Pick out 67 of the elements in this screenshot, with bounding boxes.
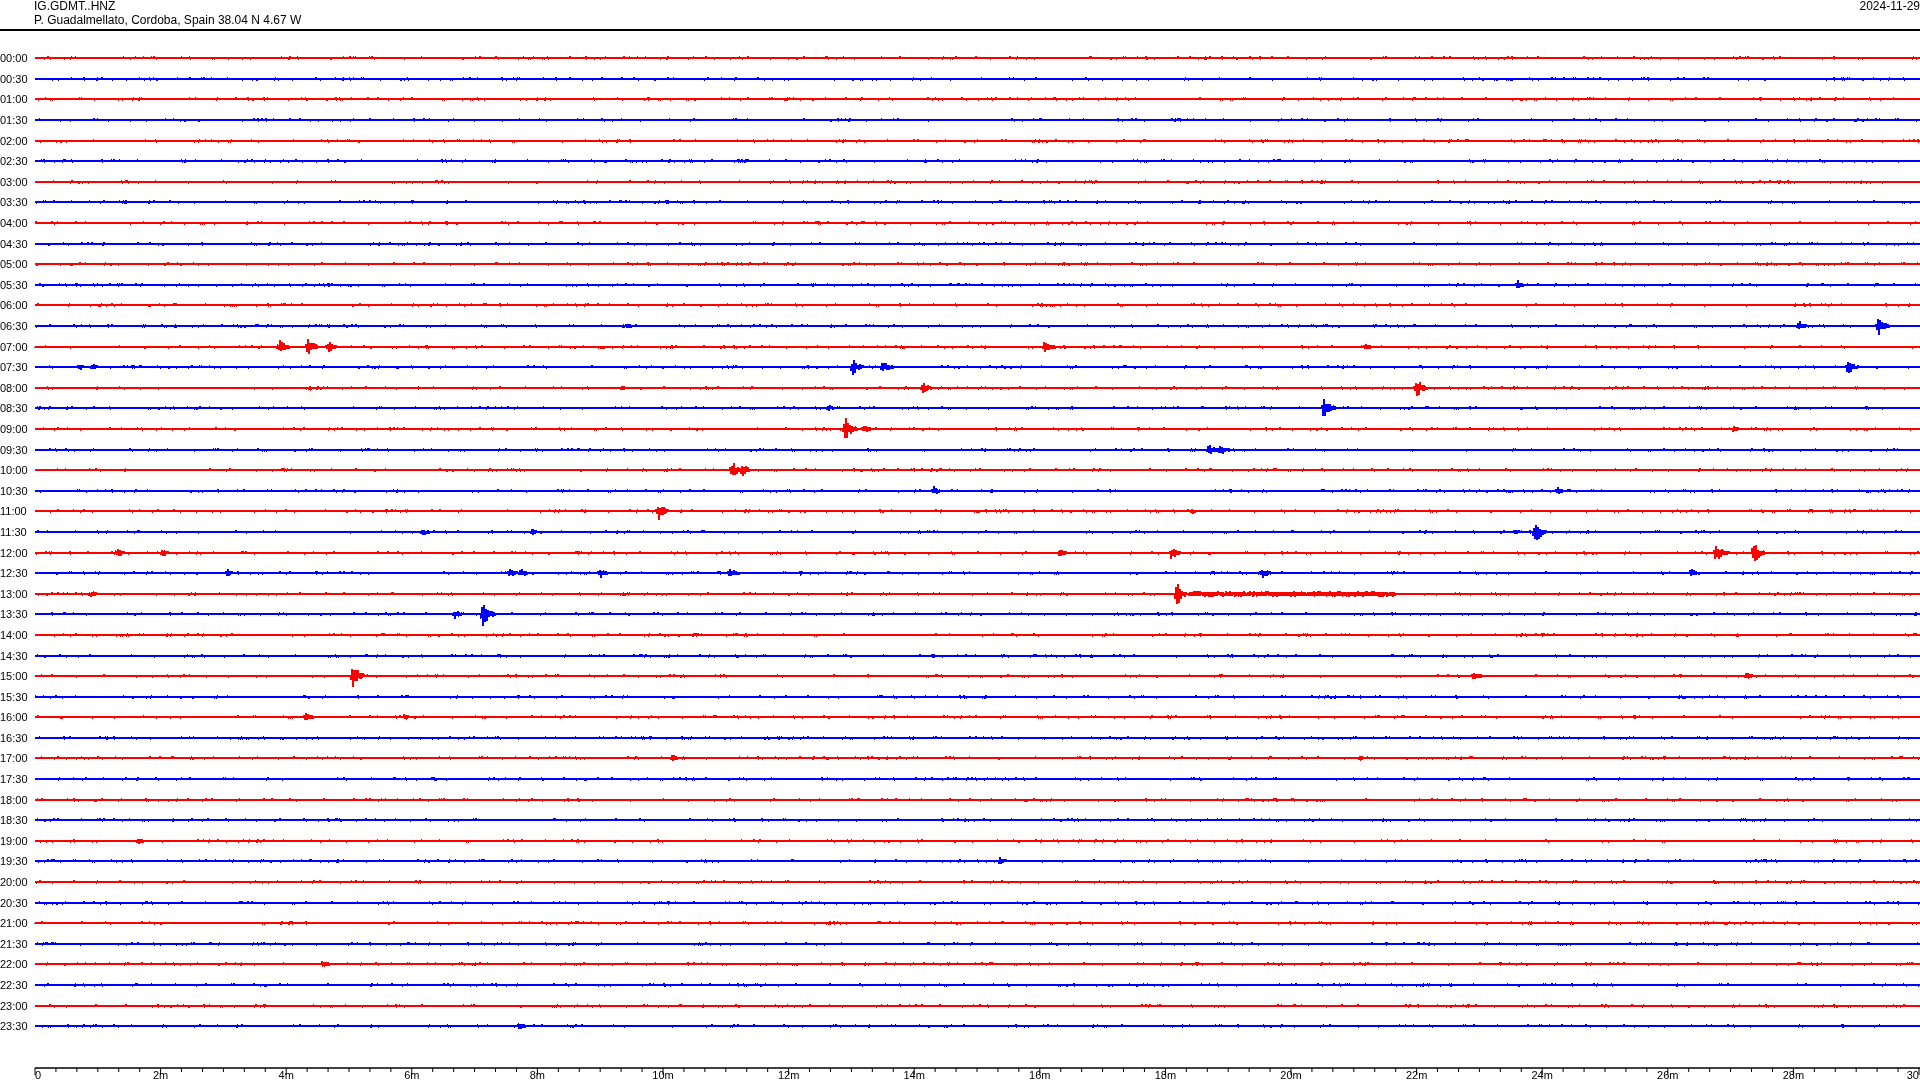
time-label: 08:30	[0, 402, 29, 415]
axis-label: 22m	[1405, 1068, 1428, 1080]
time-label: 20:00	[0, 876, 29, 889]
time-label: 20:30	[0, 896, 29, 909]
axis-label: 28m	[1782, 1068, 1805, 1080]
time-label: 02:00	[0, 134, 29, 147]
time-label: 21:00	[0, 917, 29, 930]
time-label: 07:30	[0, 361, 29, 374]
time-label: 01:30	[0, 114, 29, 127]
time-label: 05:00	[0, 258, 29, 271]
time-label: 09:00	[0, 423, 29, 435]
time-label: 10:00	[0, 464, 29, 477]
time-label: 06:00	[0, 299, 29, 312]
time-label: 00:00	[0, 52, 29, 65]
axis-label: 26m	[1657, 1068, 1679, 1080]
time-label: 08:00	[0, 381, 29, 394]
time-label: 15:30	[0, 690, 29, 703]
axis-label: 4m	[278, 1068, 294, 1080]
time-label: 12:30	[0, 567, 29, 580]
axis-label: 24m	[1531, 1068, 1553, 1080]
axis-label: 30	[1906, 1068, 1919, 1080]
time-label: 16:00	[0, 711, 29, 724]
time-label: 14:00	[0, 628, 29, 641]
time-label: 15:00	[0, 670, 29, 683]
time-label: 21:30	[0, 937, 29, 950]
time-label: 14:30	[0, 649, 29, 662]
axis-label: 12m	[777, 1068, 800, 1080]
time-label: 23:00	[0, 999, 29, 1012]
time-label: 04:00	[0, 217, 29, 230]
station-code: IG.GDMT..HNZ	[34, 0, 117, 13]
time-label: 05:30	[0, 278, 29, 291]
time-label: 00:30	[0, 72, 29, 85]
time-label: 17:30	[0, 773, 29, 786]
time-label: 17:00	[0, 752, 29, 765]
axis-label: 14m	[903, 1068, 925, 1080]
time-label: 01:00	[0, 93, 29, 106]
axis-label: 8m	[529, 1068, 546, 1080]
time-label: 16:30	[0, 731, 29, 744]
time-label: 11:30	[0, 525, 28, 538]
station-location: P. Guadalmellato, Cordoba, Spain 38.04 N 4.67 W	[34, 13, 302, 27]
plot-date: 2024-11-29	[1859, 0, 1920, 15]
time-label: 18:30	[0, 814, 29, 827]
time-label: 18:00	[0, 793, 29, 806]
time-label: 07:00	[0, 340, 29, 353]
axis-label: 0	[35, 1068, 42, 1080]
time-label: 09:30	[0, 443, 29, 456]
time-label: 22:00	[0, 958, 29, 971]
time-label: 13:30	[0, 608, 29, 621]
time-label: 23:30	[0, 1020, 29, 1033]
time-label: 03:30	[0, 196, 29, 209]
axis-label: 16m	[1029, 1068, 1051, 1080]
time-label: 13:00	[0, 587, 29, 600]
time-label: 06:30	[0, 320, 29, 332]
time-label: 12:00	[0, 546, 29, 559]
axis-label: 20m	[1280, 1068, 1302, 1080]
axis-label: 10m	[652, 1068, 674, 1080]
time-label: 11:00	[0, 505, 28, 518]
axis-label: 6m	[404, 1068, 420, 1080]
axis-label: 18m	[1154, 1068, 1177, 1080]
time-label: 03:00	[0, 175, 29, 188]
time-label: 10:30	[0, 484, 29, 497]
time-label: 19:30	[0, 855, 29, 868]
time-label: 02:30	[0, 155, 29, 168]
axis-label: 2m	[152, 1068, 169, 1080]
time-label: 04:30	[0, 237, 29, 250]
time-label: 19:00	[0, 834, 29, 847]
time-label: 22:30	[0, 979, 29, 991]
